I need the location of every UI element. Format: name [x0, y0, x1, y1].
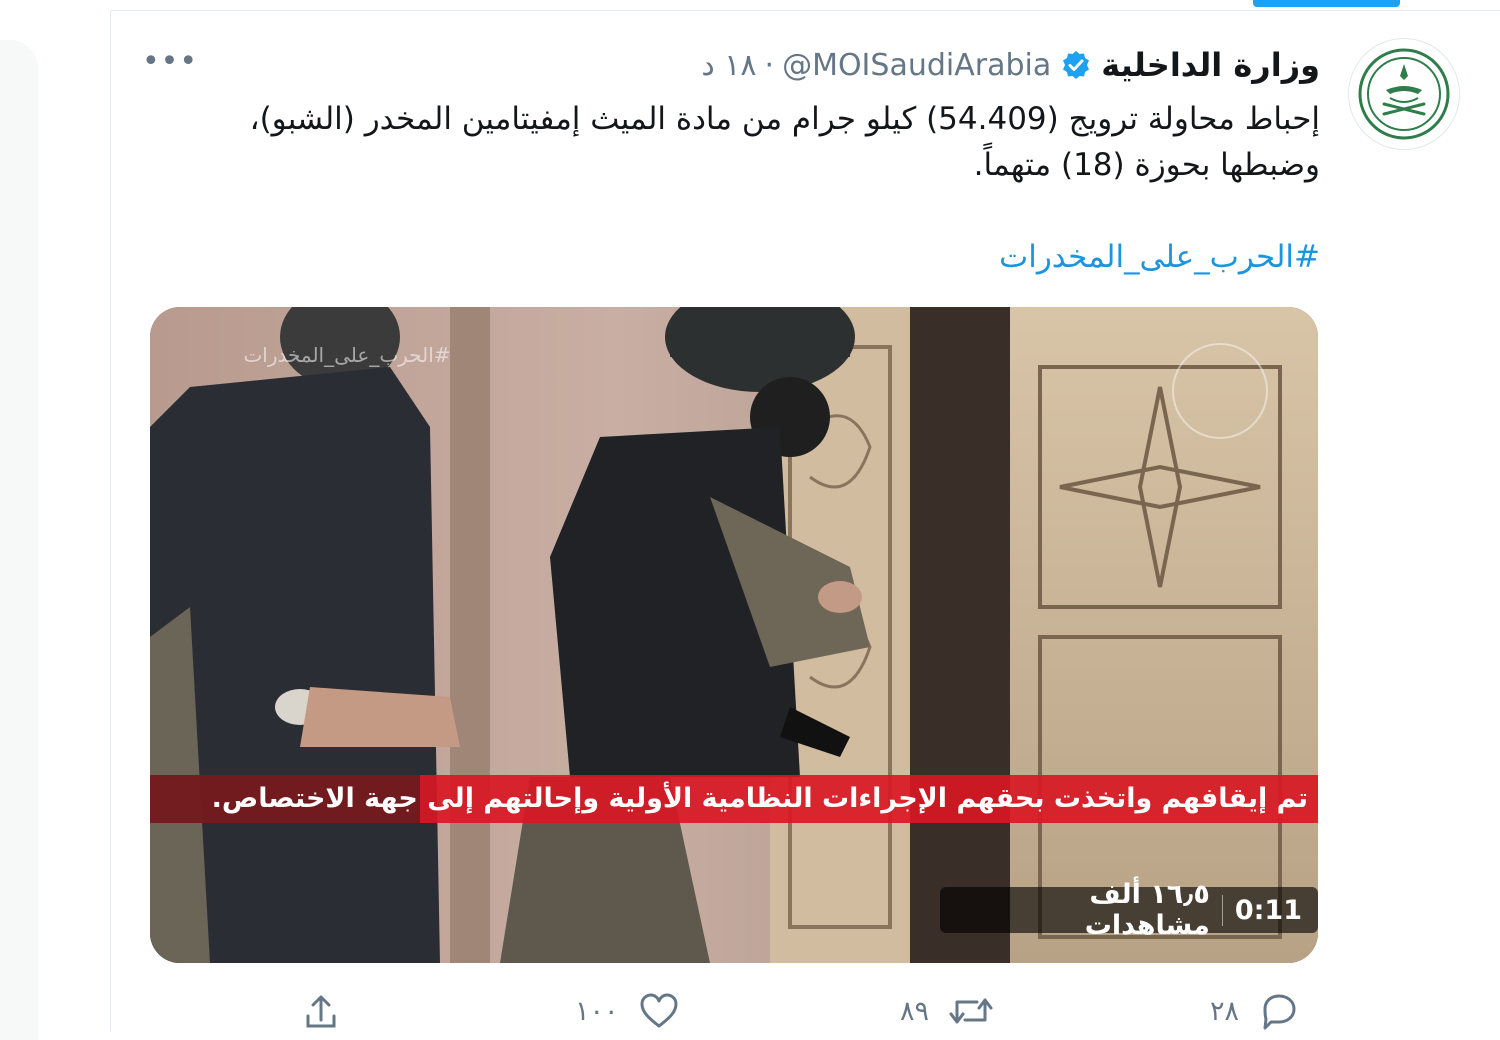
hashtag-link[interactable]: #الحرب_على_المخدرات	[700, 234, 1320, 280]
video-caption: تم إيقافهم واتخذت بحقهم الإجراءات النظام…	[150, 775, 1318, 823]
tweet-text: إحباط محاولة ترويج (54.409) كيلو جرام من…	[150, 96, 1320, 188]
video-watermark-hashtag: #الحرب_على_المخدرات	[243, 343, 451, 367]
retweet-button[interactable]: ٨٩	[900, 990, 995, 1032]
video-watermark-emblem-icon	[1172, 343, 1268, 439]
tweet-timestamp[interactable]: ١٨ د	[701, 48, 756, 83]
like-button[interactable]: ١٠٠	[575, 990, 681, 1032]
video-info-overlay: 0:11 ١٦٫٥ ألف مشاهدات	[940, 879, 1318, 941]
like-icon	[640, 993, 678, 1028]
header-separator: ·	[764, 47, 775, 83]
more-options-icon[interactable]: •••	[142, 44, 197, 80]
reply-icon	[1263, 994, 1296, 1030]
display-name[interactable]: وزارة الداخلية	[1101, 46, 1320, 84]
tweet-header: وزارة الداخلية @MOISaudiArabia · ١٨ د	[660, 42, 1320, 88]
like-count: ١٠٠	[575, 995, 619, 1027]
video-caption-text: تم إيقافهم واتخذت بحقهم الإجراءات النظام…	[211, 783, 1308, 814]
retweet-icon	[949, 998, 993, 1024]
video-view-count: ١٦٫٥ ألف مشاهدات	[1084, 879, 1210, 941]
reply-button[interactable]: ٢٨	[1210, 990, 1301, 1032]
retweet-count: ٨٩	[900, 995, 930, 1027]
account-handle[interactable]: @MOISaudiArabia	[782, 48, 1051, 83]
share-icon	[306, 995, 336, 1028]
tweet-text-line: وضبطها بحوزة (18) متهماً.	[973, 147, 1320, 183]
video-player[interactable]: #الحرب_على_المخدرات تم إيقافهم واتخذت بح…	[150, 307, 1318, 963]
tweet-text-line: إحباط محاولة ترويج (54.409) كيلو جرام من…	[249, 101, 1320, 137]
verified-badge-icon	[1059, 48, 1093, 82]
sidebar-panel	[0, 40, 38, 1040]
moi-emblem-icon	[1358, 48, 1450, 140]
avatar[interactable]	[1348, 38, 1460, 150]
reply-count: ٢٨	[1210, 995, 1240, 1027]
tweet-button-partial[interactable]	[1253, 0, 1400, 7]
video-frame-image	[150, 307, 1318, 963]
share-button[interactable]	[300, 990, 342, 1032]
tweet-actions: ١٠٠ ٨٩ ٢٨	[300, 990, 1330, 1032]
video-duration: 0:11	[1221, 894, 1312, 926]
